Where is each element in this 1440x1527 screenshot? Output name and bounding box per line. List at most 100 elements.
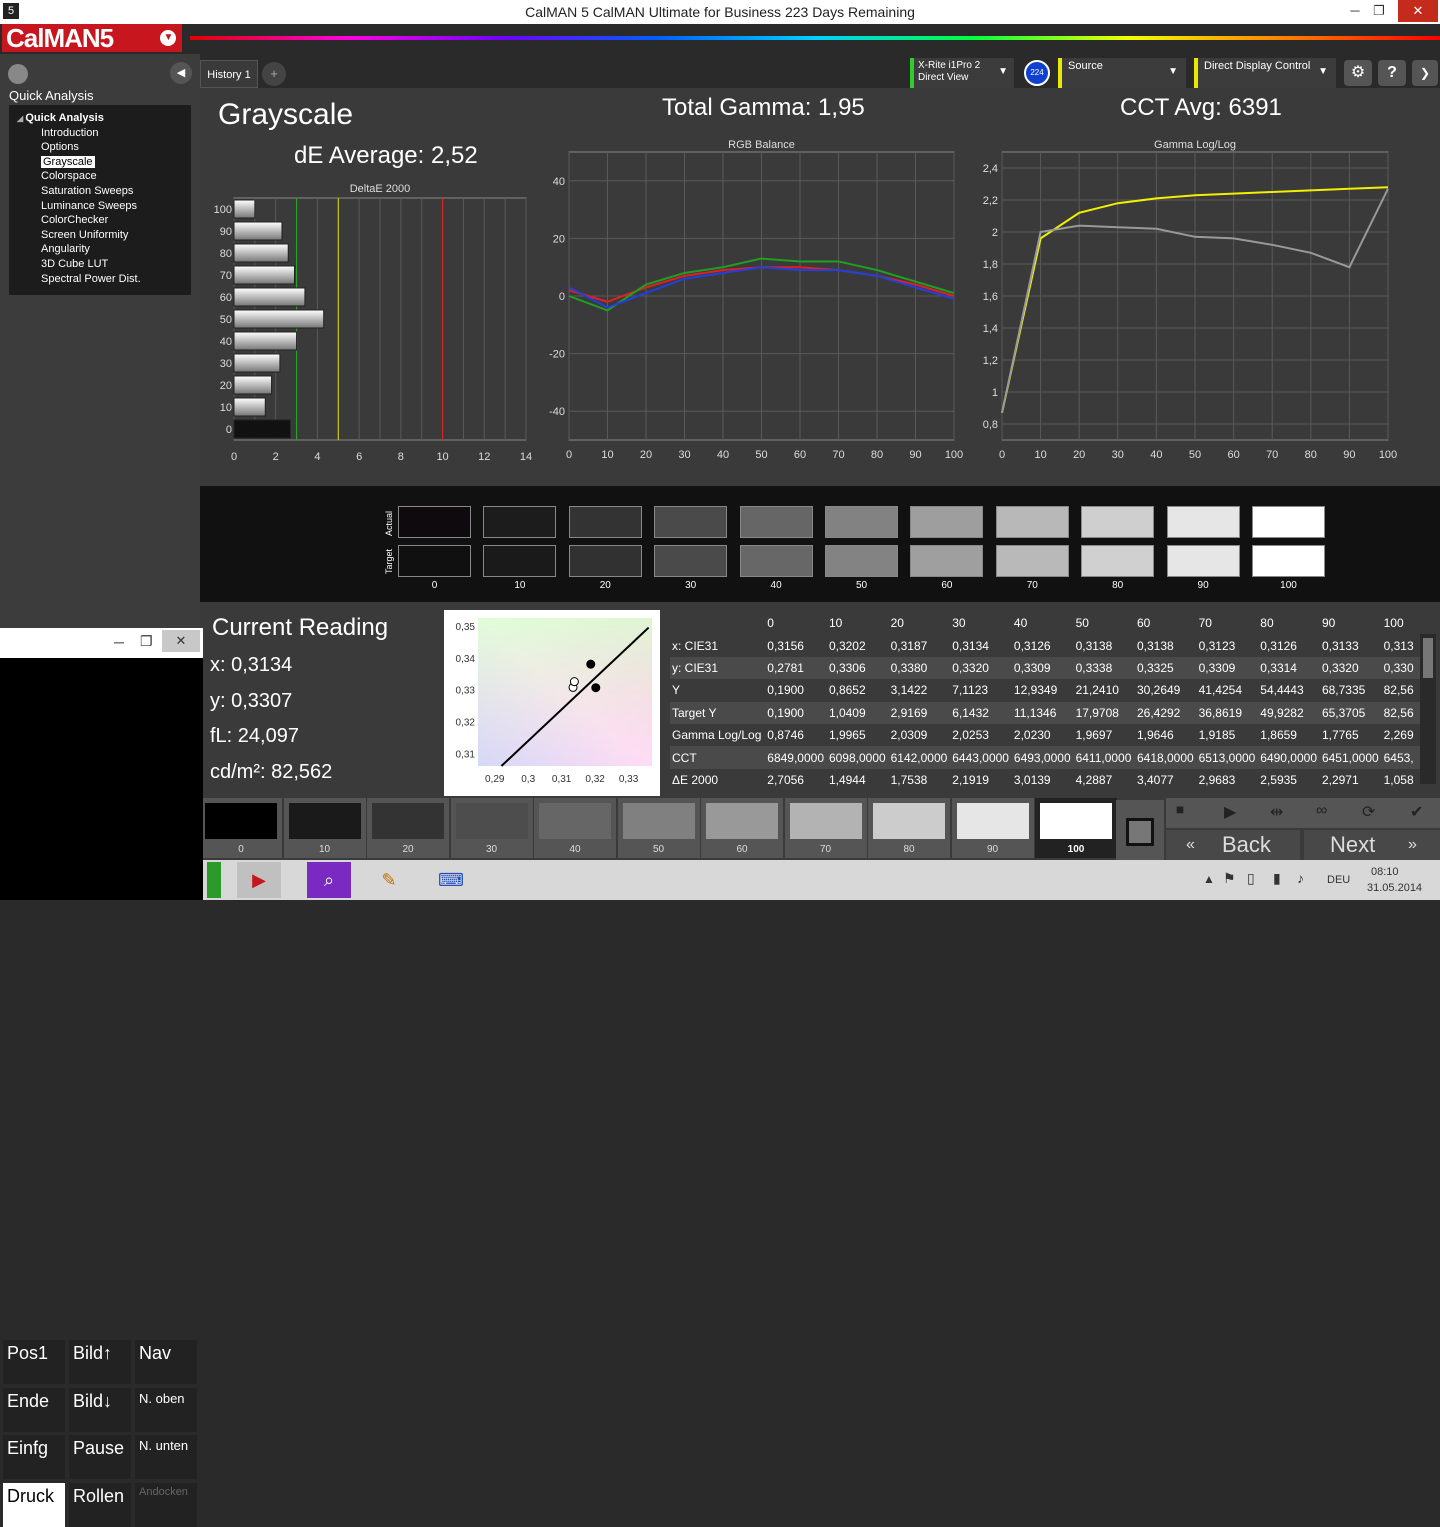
play-icon[interactable]: ▶ bbox=[1224, 802, 1236, 822]
column-header: 30 bbox=[952, 616, 966, 631]
search-app-icon[interactable]: ⌕ bbox=[307, 862, 351, 898]
flag-icon[interactable]: ⚑ bbox=[1223, 870, 1236, 887]
record-icon[interactable] bbox=[8, 64, 28, 84]
scrollbar-thumb[interactable] bbox=[1423, 638, 1433, 678]
close-button[interactable]: ✕ bbox=[1398, 0, 1438, 22]
calman-taskbar-icon[interactable]: ▶ bbox=[237, 862, 281, 898]
power-icon[interactable]: ▯ bbox=[1247, 870, 1255, 887]
y-tick-label: 0,33 bbox=[456, 686, 476, 697]
tree-root[interactable]: ◢ Quick Analysis bbox=[9, 111, 191, 126]
source-selector[interactable]: Source ▼ bbox=[1058, 58, 1186, 88]
tree-item[interactable]: Saturation Sweeps bbox=[9, 184, 191, 199]
patch-button[interactable]: 60 bbox=[701, 798, 783, 858]
table-row[interactable]: ΔE 2000 2,7056 1,4944 1,7538 2,1919 3,0139 4,2… bbox=[670, 768, 1420, 790]
keyboard-close-icon[interactable]: ✕ bbox=[162, 630, 200, 652]
clock-date[interactable]: 31.05.2014 bbox=[1367, 882, 1422, 894]
table-cell: 0,3314 bbox=[1260, 660, 1297, 675]
volume-icon[interactable]: ♪ bbox=[1297, 870, 1304, 886]
table-cell: 3,4077 bbox=[1136, 772, 1174, 787]
table-cell: 54,4443 bbox=[1260, 683, 1304, 698]
tree-item[interactable]: Colorspace bbox=[9, 169, 191, 184]
tree-item[interactable]: Spectral Power Dist. bbox=[9, 272, 191, 287]
table-row[interactable]: CCT 6849,0000 6098,0000 6142,0000 6443,0000 6… bbox=[670, 746, 1420, 769]
key-bild[interactable]: Bild↓ bbox=[69, 1387, 131, 1432]
refresh-icon[interactable]: ⟳ bbox=[1362, 802, 1375, 822]
patch-button[interactable]: 70 bbox=[784, 798, 867, 858]
key-n-oben[interactable]: N. oben bbox=[135, 1387, 197, 1432]
key-pos1[interactable]: Pos1 bbox=[3, 1340, 65, 1384]
back-button[interactable]: « Back bbox=[1166, 830, 1300, 860]
table-row[interactable]: Y 0,1900 0,8652 3,1422 7,1123 12,9349 21,2410 3… bbox=[670, 679, 1420, 702]
gear-icon[interactable]: ⚙ bbox=[1344, 60, 1372, 86]
keyboard-restore-icon[interactable]: ❐ bbox=[140, 633, 153, 650]
calman-logo[interactable]: CalMAN5 ▼ bbox=[2, 24, 182, 52]
key-n-unten[interactable]: N. unten bbox=[135, 1435, 197, 1479]
tree-item[interactable]: Luminance Sweeps bbox=[9, 199, 191, 214]
display-selector[interactable]: Direct Display Control ▼ bbox=[1194, 58, 1336, 88]
tab-history-1[interactable]: History 1 bbox=[200, 60, 258, 88]
app-green-icon[interactable] bbox=[207, 862, 221, 898]
tree-item[interactable]: Angularity bbox=[9, 242, 191, 257]
restore-button[interactable]: ❐ bbox=[1362, 0, 1396, 22]
table-row[interactable]: x: CIE31 0,3156 0,3202 0,3187 0,3134 0,3126 0,… bbox=[670, 634, 1420, 657]
tree-item[interactable]: Options bbox=[9, 140, 191, 155]
next-button[interactable]: Next » bbox=[1304, 830, 1440, 860]
keyboard-minimize-icon[interactable]: ─ bbox=[114, 634, 124, 650]
tree-item[interactable]: Grayscale bbox=[9, 155, 191, 170]
patch-button[interactable]: 10 bbox=[283, 798, 366, 858]
table-cell: 6411,0000 bbox=[1075, 750, 1132, 765]
keyboard-app-icon[interactable]: ⌨ bbox=[429, 862, 473, 898]
patch-button[interactable]: 80 bbox=[868, 798, 950, 858]
y-tick-label: 30 bbox=[220, 358, 232, 370]
language-indicator[interactable]: DEU bbox=[1327, 874, 1350, 886]
meter-badge[interactable]: 224 bbox=[1024, 60, 1050, 86]
help-icon[interactable]: ? bbox=[1378, 60, 1406, 86]
key-pause[interactable]: Pause bbox=[69, 1435, 131, 1479]
key-nav[interactable]: Nav bbox=[135, 1340, 197, 1384]
key-rollen[interactable]: Rollen bbox=[69, 1482, 131, 1527]
network-icon[interactable]: ▮ bbox=[1273, 870, 1281, 887]
table-cell: 2,9169 bbox=[890, 705, 928, 720]
patch-button[interactable]: 100 bbox=[1035, 798, 1117, 858]
column-header: 60 bbox=[1136, 616, 1151, 631]
patch-button[interactable]: 40 bbox=[534, 798, 616, 858]
tree-item[interactable]: Introduction bbox=[9, 126, 191, 141]
paint-icon[interactable]: ✎ bbox=[367, 862, 411, 898]
patch-button[interactable]: 50 bbox=[617, 798, 700, 858]
key-andocken[interactable]: Andocken bbox=[135, 1482, 197, 1527]
tree-item[interactable]: 3D Cube LUT bbox=[9, 257, 191, 272]
patch-button[interactable]: 20 bbox=[367, 798, 449, 858]
patch-button[interactable]: 0 bbox=[200, 798, 282, 858]
key-bild[interactable]: Bild↑ bbox=[69, 1340, 131, 1384]
patch-button[interactable]: 30 bbox=[450, 798, 533, 858]
add-tab-button[interactable]: + bbox=[262, 62, 286, 86]
loop-icon[interactable]: ∞ bbox=[1316, 802, 1327, 820]
stop-round-icon[interactable]: ⏹ bbox=[1176, 802, 1184, 820]
key-einfg[interactable]: Einfg bbox=[3, 1435, 65, 1479]
table-row[interactable]: Gamma Log/Log 0,8746 1,9965 2,0309 2,0253 2,0… bbox=[670, 723, 1420, 747]
clock-time[interactable]: 08:10 bbox=[1371, 866, 1399, 878]
collapse-icon[interactable]: ◀ bbox=[170, 62, 192, 84]
patch-button[interactable]: 90 bbox=[951, 798, 1034, 858]
tray-up-icon[interactable]: ▲ bbox=[1203, 872, 1215, 886]
step-icon[interactable]: ⇹ bbox=[1270, 802, 1283, 822]
table-cell: 6451,0000 bbox=[1321, 750, 1379, 765]
key-ende[interactable]: Ende bbox=[3, 1387, 65, 1432]
table-row[interactable]: y: CIE31 0,2781 0,3306 0,3380 0,3320 0,3309 0,… bbox=[670, 656, 1420, 680]
key-druck[interactable]: Druck bbox=[3, 1482, 65, 1527]
tree-item[interactable]: ColorChecker bbox=[9, 213, 191, 228]
table-cell: 3,1422 bbox=[890, 683, 928, 698]
patch-label: 100 bbox=[1067, 844, 1085, 855]
onscreen-keyboard: Pos1 Bild↑ Nav Ende Bild↓ N. oben Einfg Pause N.… bbox=[0, 628, 203, 1527]
tree-item[interactable]: Screen Uniformity bbox=[9, 228, 191, 243]
table-cell: x: CIE31 bbox=[672, 638, 719, 653]
chevron-right-icon[interactable]: ❯ bbox=[1412, 60, 1438, 86]
patch-swatch bbox=[539, 803, 611, 839]
table-scrollbar[interactable] bbox=[1420, 634, 1436, 784]
check-icon[interactable]: ✔ bbox=[1410, 802, 1423, 822]
stop-icon[interactable] bbox=[1126, 818, 1154, 846]
patch-label: 10 bbox=[318, 844, 331, 855]
y-tick-label: 40 bbox=[220, 336, 232, 348]
table-row[interactable]: Target Y 0,1900 1,0409 2,9169 6,1432 11,1346 1… bbox=[670, 701, 1420, 724]
meter-selector[interactable]: X-Rite i1Pro 2 Direct View ▼ bbox=[910, 58, 1014, 88]
